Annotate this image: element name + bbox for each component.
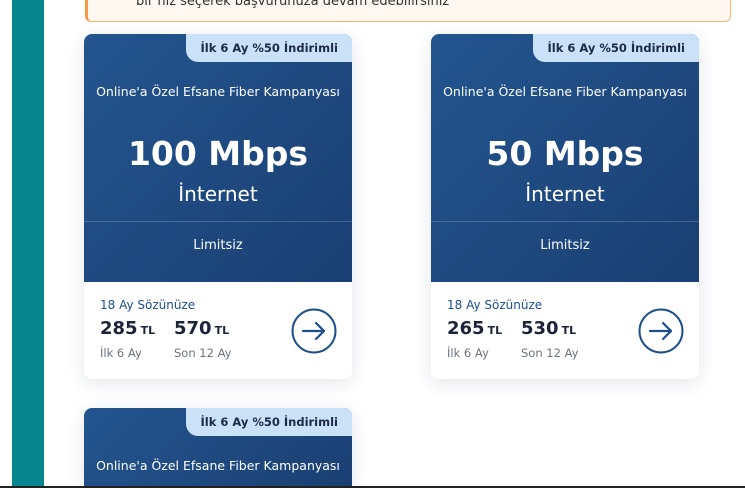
plan-card-partial[interactable]: İlk 6 Ay %50 İndirimli Online'a Özel Efs… (84, 408, 352, 488)
discount-badge: İlk 6 Ay %50 İndirimli (186, 408, 352, 436)
plan-speed: 50 Mbps (486, 134, 644, 173)
price-amount: 530 (521, 318, 559, 339)
plan-quota: Limitsiz (193, 238, 243, 253)
card-divider (431, 221, 699, 222)
plan-quota: Limitsiz (540, 238, 590, 253)
price-first-period: 265 TL (447, 318, 502, 339)
campaign-title: Online'a Özel Efsane Fiber Kampanyası (96, 84, 340, 99)
price-currency: TL (561, 324, 577, 337)
arrow-right-circle-icon[interactable] (291, 308, 337, 354)
sidebar-accent-stripe (12, 0, 44, 488)
price-amount: 285 (100, 318, 138, 339)
info-notice: bir hız seçerek başvurunuza devam edebil… (85, 0, 731, 22)
plan-card-footer: 18 Ay Sözünüze 265 TL İlk 6 Ay 530 TL Son … (431, 282, 699, 379)
plan-service: İnternet (525, 182, 605, 206)
left-sidebar (0, 0, 44, 488)
plan-card-footer: 18 Ay Sözünüze 285 TL İlk 6 Ay 570 TL Son … (84, 282, 352, 379)
plan-card-50mbps[interactable]: İlk 6 Ay %50 İndirimli Online'a Özel Efs… (431, 34, 699, 379)
price-amount: 570 (174, 318, 212, 339)
price-currency: TL (140, 324, 156, 337)
campaign-title: Online'a Özel Efsane Fiber Kampanyası (443, 84, 687, 99)
plan-card-header: İlk 6 Ay %50 İndirimli Online'a Özel Efs… (84, 34, 352, 282)
price-currency: TL (487, 324, 503, 337)
plan-card-header: İlk 6 Ay %50 İndirimli Online'a Özel Efs… (431, 34, 699, 282)
price-second-period: 530 TL (521, 318, 576, 339)
campaign-title: Online'a Özel Efsane Fiber Kampanyası (96, 458, 340, 473)
price-first-period: 285 TL (100, 318, 155, 339)
plan-speed: 100 Mbps (127, 134, 309, 173)
price-period-label: İlk 6 Ay (447, 346, 489, 360)
plan-card-100mbps[interactable]: İlk 6 Ay %50 İndirimli Online'a Özel Efs… (84, 34, 352, 379)
discount-badge: İlk 6 Ay %50 İndirimli (533, 34, 699, 62)
discount-badge: İlk 6 Ay %50 İndirimli (186, 34, 352, 62)
arrow-right-circle-icon[interactable] (638, 308, 684, 354)
price-second-period: 570 TL (174, 318, 229, 339)
price-amount: 265 (447, 318, 485, 339)
price-period-label: İlk 6 Ay (100, 346, 142, 360)
price-period-label: Son 12 Ay (521, 346, 579, 360)
plan-card-header: İlk 6 Ay %50 İndirimli Online'a Özel Efs… (84, 408, 352, 488)
price-period-label: Son 12 Ay (174, 346, 232, 360)
contract-term: 18 Ay Sözünüze (100, 298, 196, 312)
contract-term: 18 Ay Sözünüze (447, 298, 543, 312)
card-divider (84, 221, 352, 222)
price-currency: TL (214, 324, 230, 337)
notice-text: bir hız seçerek başvurunuza devam edebil… (136, 0, 450, 9)
plan-service: İnternet (178, 182, 258, 206)
